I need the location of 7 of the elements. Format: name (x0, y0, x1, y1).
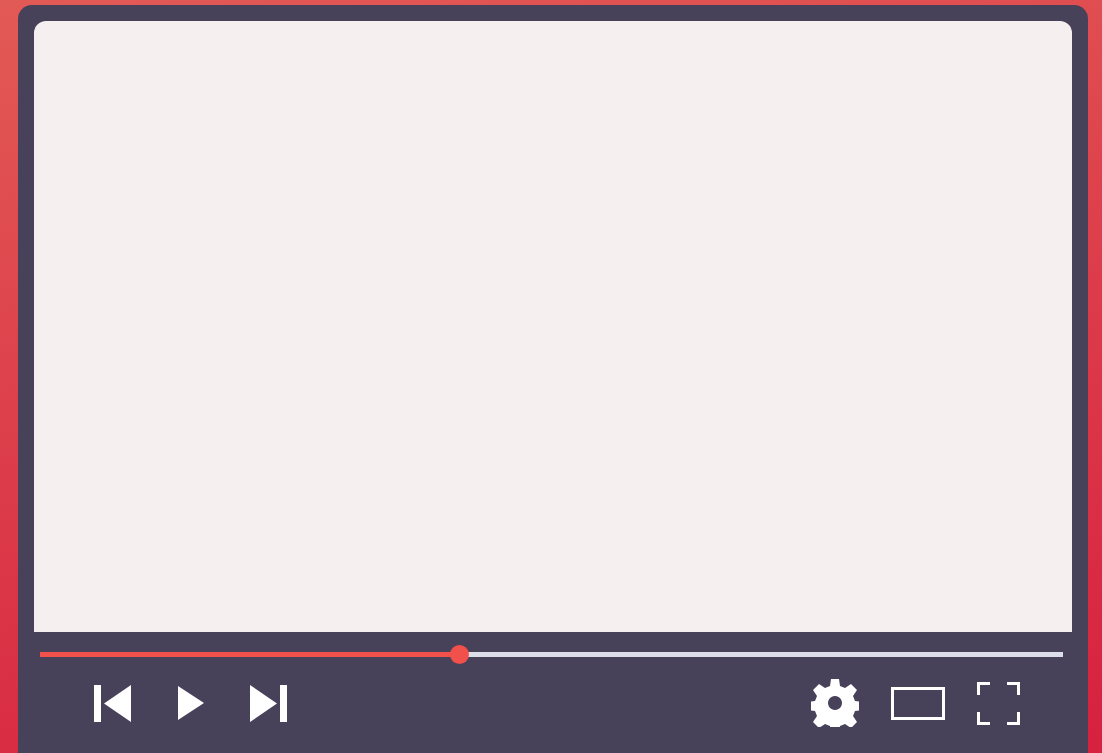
play-icon[interactable] (178, 686, 204, 720)
next-icon[interactable] (250, 684, 287, 722)
fullscreen-icon[interactable] (977, 681, 1020, 725)
previous-icon[interactable] (94, 684, 131, 722)
progress-handle[interactable] (450, 645, 470, 664)
settings-icon[interactable] (811, 679, 859, 727)
theater-mode-icon[interactable] (891, 686, 945, 720)
